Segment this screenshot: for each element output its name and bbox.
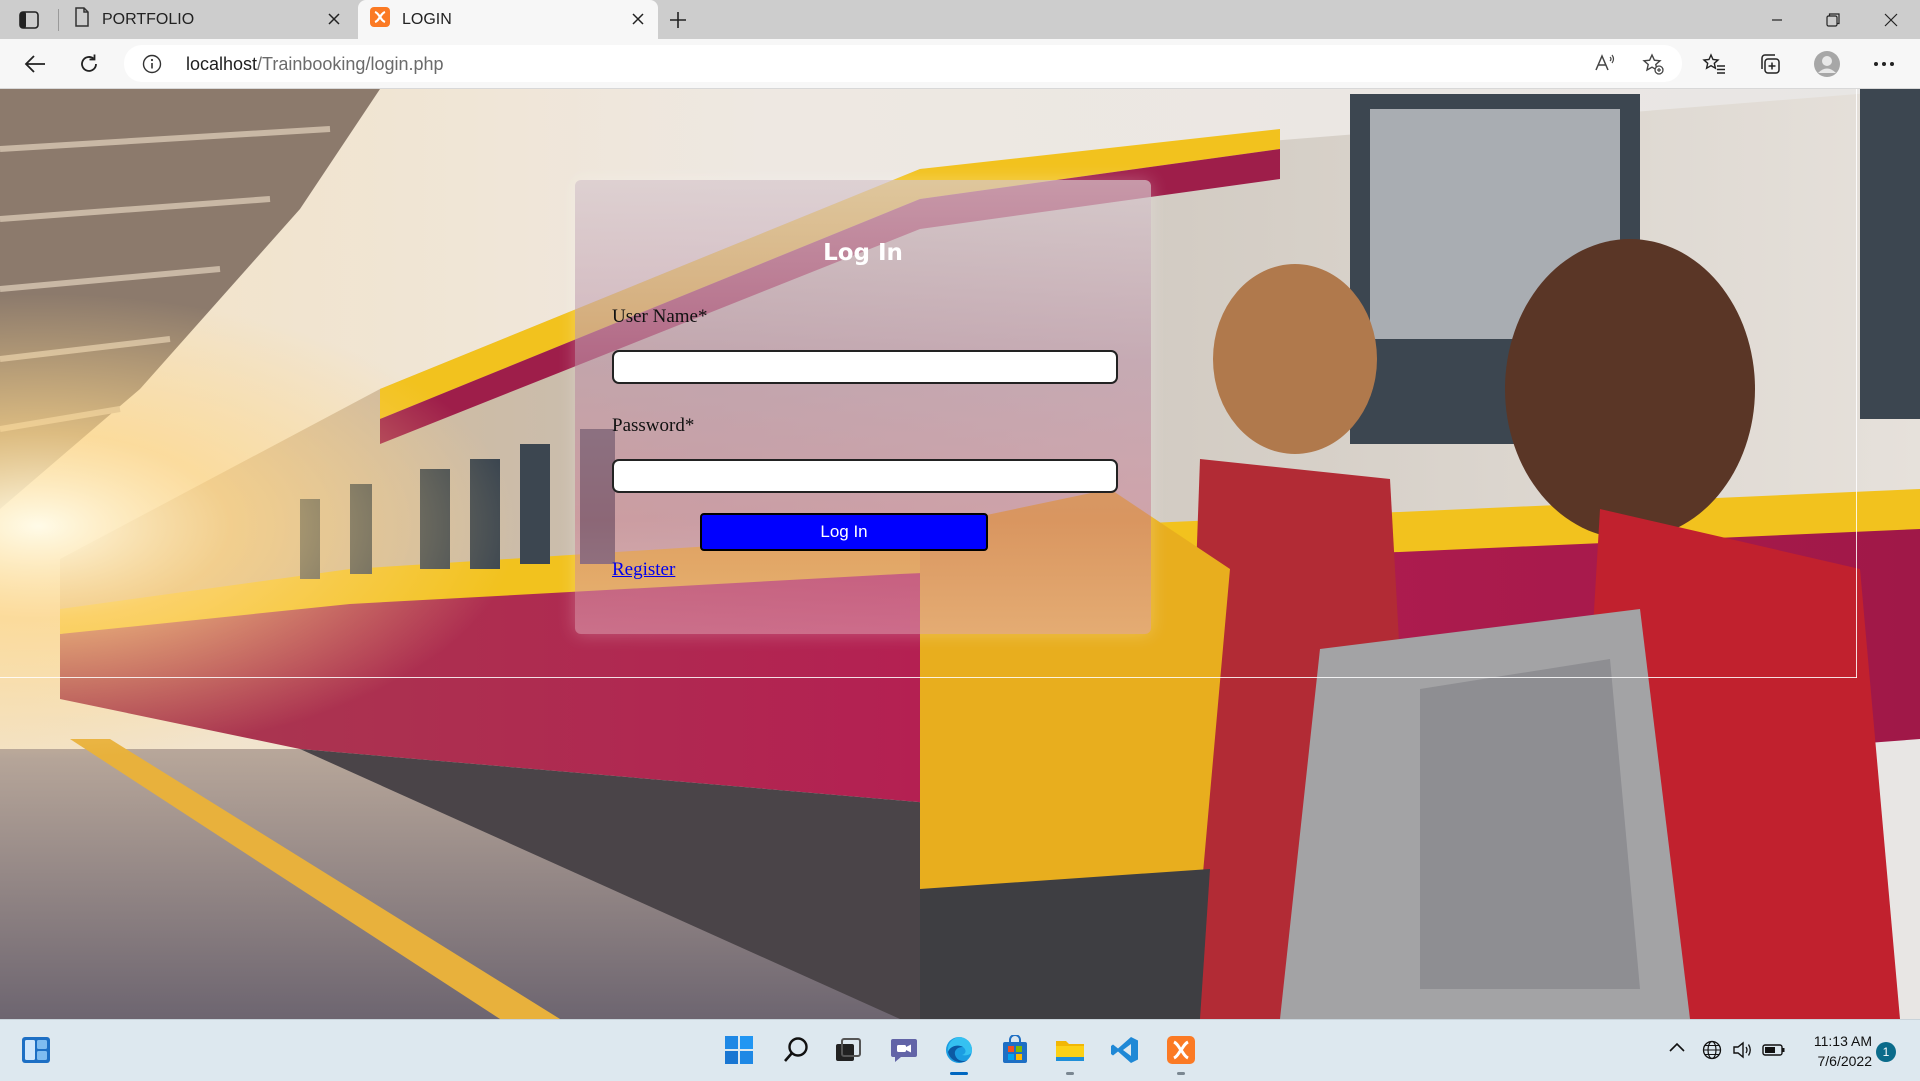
show-hidden-icons-icon[interactable]	[1668, 1040, 1686, 1059]
tab-title: LOGIN	[402, 10, 452, 28]
page-icon	[74, 7, 90, 32]
tab-portfolio[interactable]: PORTFOLIO	[66, 0, 354, 39]
more-options-icon[interactable]	[1869, 49, 1899, 79]
edge-active-indicator	[950, 1072, 968, 1075]
close-tab-icon[interactable]	[628, 9, 648, 29]
profile-avatar[interactable]	[1812, 49, 1842, 79]
favorites-icon[interactable]	[1699, 49, 1729, 79]
taskbar: 11:13 AM 7/6/2022 1	[0, 1019, 1920, 1081]
system-clock[interactable]: 11:13 AM 7/6/2022	[1800, 1031, 1872, 1071]
register-link[interactable]: Register	[612, 559, 675, 581]
login-button[interactable]: Log In	[700, 513, 988, 551]
xampp-icon[interactable]	[1164, 1033, 1198, 1067]
clock-time: 11:13 AM	[1813, 1033, 1872, 1049]
add-favorite-icon[interactable]	[1642, 53, 1664, 80]
file-explorer-icon[interactable]	[1053, 1033, 1087, 1067]
explorer-indicator	[1066, 1072, 1074, 1075]
task-view-icon[interactable]	[831, 1033, 865, 1067]
battery-icon[interactable]	[1762, 1040, 1786, 1065]
restore-icon[interactable]	[1818, 8, 1848, 32]
widgets-icon[interactable]	[19, 1033, 53, 1067]
edge-icon[interactable]	[942, 1033, 976, 1067]
tab-actions-icon[interactable]	[16, 8, 42, 32]
username-label: User Name*	[612, 306, 708, 327]
tab-separator	[58, 9, 59, 31]
xampp-indicator	[1177, 1072, 1185, 1075]
minimize-icon[interactable]	[1762, 8, 1792, 32]
volume-icon[interactable]	[1732, 1040, 1754, 1065]
tab-login[interactable]: LOGIN	[358, 0, 658, 39]
frame-border-bottom	[0, 677, 1857, 678]
password-input[interactable]	[612, 459, 1118, 493]
username-input[interactable]	[612, 350, 1118, 384]
start-icon[interactable]	[722, 1033, 756, 1067]
back-icon[interactable]	[20, 49, 50, 79]
login-card: Log In User Name* Password* Log In Regis…	[575, 180, 1151, 634]
url-text[interactable]: localhost/Trainbooking/login.php	[186, 54, 444, 75]
read-aloud-icon[interactable]	[1594, 53, 1616, 78]
search-icon[interactable]	[779, 1033, 813, 1067]
refresh-icon[interactable]	[74, 49, 104, 79]
tab-strip: PORTFOLIO LOGIN	[0, 0, 1920, 39]
tab-title: PORTFOLIO	[102, 10, 195, 28]
frame-border-right	[1856, 89, 1857, 678]
close-window-icon[interactable]	[1876, 8, 1906, 32]
site-info-icon[interactable]	[142, 54, 162, 79]
clock-date: 7/6/2022	[1817, 1053, 1873, 1069]
browser-toolbar: localhost/Trainbooking/login.php	[0, 39, 1920, 89]
password-label: Password*	[612, 415, 695, 436]
store-icon[interactable]	[998, 1033, 1032, 1067]
page-viewport: Log In User Name* Password* Log In Regis…	[0, 89, 1920, 1019]
new-tab-icon[interactable]	[666, 8, 690, 32]
teams-chat-icon[interactable]	[887, 1033, 921, 1067]
xampp-icon	[370, 7, 390, 32]
notification-badge[interactable]: 1	[1876, 1042, 1896, 1062]
collections-icon[interactable]	[1755, 49, 1785, 79]
login-title: Log In	[823, 240, 903, 266]
close-tab-icon[interactable]	[324, 9, 344, 29]
vscode-icon[interactable]	[1108, 1033, 1142, 1067]
language-globe-icon[interactable]	[1702, 1040, 1722, 1065]
address-bar[interactable]: localhost/Trainbooking/login.php	[124, 45, 1682, 82]
